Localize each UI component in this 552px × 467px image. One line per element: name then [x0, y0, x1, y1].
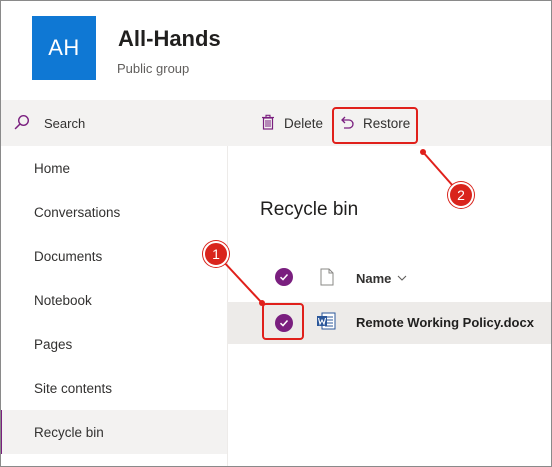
nav-item-site-contents[interactable]: Site contents — [0, 366, 227, 410]
column-header-name-label: Name — [356, 271, 392, 286]
site-subtitle: Public group — [117, 61, 190, 76]
nav-item-conversations[interactable]: Conversations — [0, 190, 227, 234]
file-type-icon[interactable] — [320, 268, 334, 286]
nav-item-documents[interactable]: Documents — [0, 234, 227, 278]
nav-item-notebook[interactable]: Notebook — [0, 278, 227, 322]
main-content: Recycle bin Name Remote Working Policy.d… — [228, 146, 552, 467]
search-box[interactable]: Search — [14, 100, 85, 146]
trash-icon — [260, 114, 276, 133]
row-checkbox[interactable] — [275, 314, 293, 332]
restore-label: Restore — [363, 115, 411, 131]
page-title: Recycle bin — [260, 199, 359, 220]
group-avatar[interactable]: AH — [32, 16, 96, 80]
annotation-badge-1: 1 — [203, 241, 229, 267]
left-navigation: Home Conversations Documents Notebook Pa… — [0, 146, 228, 467]
checkmark-icon — [279, 273, 289, 281]
chevron-down-icon — [397, 271, 407, 286]
site-title[interactable]: All-Hands — [118, 26, 221, 52]
nav-item-pages[interactable]: Pages — [0, 322, 227, 366]
search-icon — [14, 114, 30, 133]
command-bar: Search Delete Restore — [0, 100, 552, 146]
nav-item-home[interactable]: Home — [0, 146, 227, 190]
checkmark-icon — [279, 319, 289, 327]
search-label: Search — [44, 115, 86, 131]
nav-item-recycle-bin[interactable]: Recycle bin — [0, 410, 227, 454]
annotation-badge-2: 2 — [448, 182, 474, 208]
restore-button[interactable]: Restore — [339, 100, 410, 146]
delete-label: Delete — [284, 115, 324, 131]
row-file-name[interactable]: Remote Working Policy.docx — [356, 315, 534, 330]
column-header-name[interactable]: Name — [356, 271, 407, 286]
select-all-checkbox[interactable] — [275, 268, 293, 286]
undo-icon — [339, 114, 355, 133]
word-document-icon — [316, 312, 336, 330]
site-header: AH All-Hands Public group — [0, 0, 552, 100]
delete-button[interactable]: Delete — [260, 100, 323, 146]
